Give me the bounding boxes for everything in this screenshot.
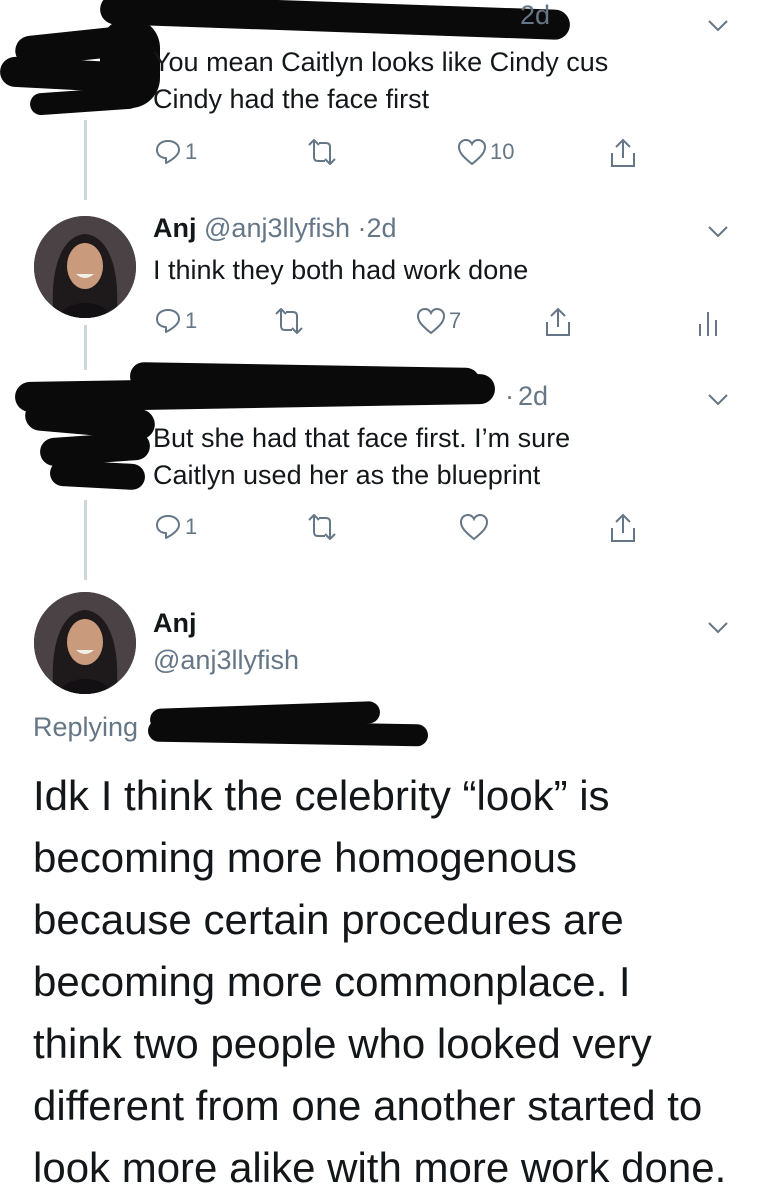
reply-icon — [156, 140, 180, 164]
reply-button[interactable]: 1 — [153, 512, 197, 542]
chevron-down-icon[interactable] — [705, 218, 731, 244]
author-handle[interactable]: @anj3llyfish — [153, 645, 299, 676]
tweet-time: 2d — [366, 213, 397, 243]
main-tweet-text: Idk I think the celebrity “look” is beco… — [33, 765, 733, 1199]
author-handle[interactable]: @anj3llyfish — [204, 213, 350, 243]
share-button[interactable] — [543, 306, 573, 338]
main-tweet-text-line: look more alike with more work done. — [33, 1144, 727, 1191]
reply-icon — [156, 515, 180, 539]
redaction-scribble — [147, 719, 429, 747]
retweet-button[interactable] — [303, 137, 341, 167]
reply-count: 1 — [185, 139, 198, 164]
like-count: 10 — [490, 139, 515, 164]
share-icon — [611, 513, 635, 542]
tweet-text: But she had that face first. I’m sure Ca… — [153, 420, 570, 494]
share-button[interactable] — [608, 512, 638, 544]
avatar[interactable] — [34, 592, 136, 694]
reply-icon — [156, 309, 180, 333]
redaction-scribble — [99, 0, 571, 41]
reply-button[interactable]: 1 — [153, 306, 197, 336]
separator-dot: · — [357, 213, 367, 243]
like-button[interactable]: 7 — [415, 306, 461, 336]
share-icon — [546, 307, 570, 336]
chevron-down-icon[interactable] — [705, 614, 731, 640]
thread-line — [84, 325, 87, 370]
tweet-text-line: Cindy had the face first — [153, 84, 430, 114]
tweet-actions: 1 10 — [153, 137, 653, 177]
main-tweet-text-line: because certain procedures are — [33, 896, 624, 943]
separator-dot: · — [505, 381, 514, 411]
tweet-text-line: But she had that face first. I’m sure — [153, 423, 571, 453]
thread-line — [84, 500, 87, 580]
tweet-text: You mean Caitlyn looks like Cindy cus Ci… — [153, 44, 608, 118]
author-name[interactable]: Anj — [153, 213, 197, 243]
tweet-actions: 1 — [153, 512, 653, 552]
tweet-header: Anj @anj3llyfish ·2d — [153, 213, 397, 244]
reply-count: 1 — [185, 308, 198, 333]
main-tweet-text-line: becoming more commonplace. I — [33, 958, 631, 1005]
share-icon — [611, 138, 635, 167]
like-icon — [457, 138, 487, 166]
tweet-time: 2d — [520, 0, 551, 30]
replying-label: Replying — [33, 712, 139, 742]
retweet-button[interactable] — [303, 512, 341, 542]
retweet-icon — [275, 308, 303, 334]
reply-button[interactable]: 1 — [153, 137, 197, 167]
like-button[interactable]: 10 — [456, 137, 514, 167]
main-tweet-text-line: different from one another started to — [33, 1082, 703, 1129]
share-button[interactable] — [608, 137, 638, 169]
redaction-scribble — [49, 459, 146, 491]
retweet-icon — [308, 139, 336, 165]
retweet-button[interactable] — [270, 306, 308, 336]
analytics-icon — [699, 312, 717, 336]
chevron-down-icon[interactable] — [705, 386, 731, 412]
like-icon — [459, 513, 489, 541]
analytics-button[interactable] — [693, 306, 723, 338]
chevron-down-icon[interactable] — [705, 12, 731, 38]
avatar[interactable] — [34, 216, 136, 318]
like-count: 7 — [449, 308, 462, 333]
tweet-text: I think they both had work done — [153, 255, 529, 285]
retweet-icon — [308, 514, 336, 540]
main-tweet-text-line: Idk I think the celebrity “look” is — [33, 772, 610, 819]
like-button[interactable] — [458, 512, 490, 542]
tweet-text-line: Caitlyn used her as the blueprint — [153, 460, 541, 490]
main-tweet-text-line: think two people who looked very — [33, 1020, 652, 1067]
redaction-scribble — [100, 18, 160, 108]
main-tweet-text-line: becoming more homogenous — [33, 834, 577, 881]
tweet-actions: 1 7 — [153, 306, 743, 346]
like-icon — [416, 307, 446, 335]
reply-count: 1 — [185, 514, 198, 539]
tweet-text-line: You mean Caitlyn looks like Cindy cus — [153, 47, 609, 77]
thread-line — [84, 120, 87, 200]
tweet-time: 2d — [518, 381, 549, 411]
author-name[interactable]: Anj — [153, 608, 197, 639]
